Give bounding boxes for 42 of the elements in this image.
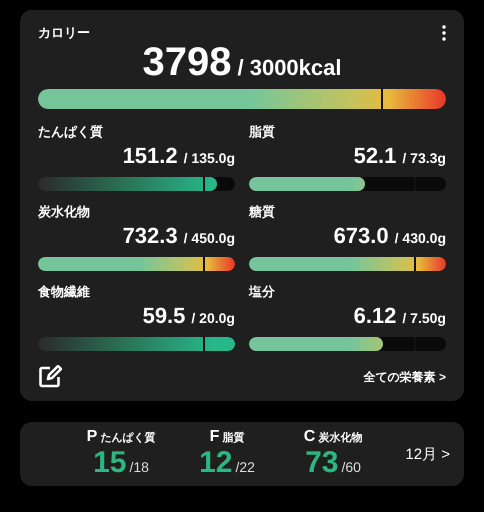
macro-label: 脂質 — [222, 430, 244, 445]
macro-value: 73 — [305, 446, 338, 480]
macro-label: たんぱく質 — [100, 430, 156, 445]
nutrient-value: 52.1 — [354, 143, 396, 169]
month-link[interactable]: 12月 > — [405, 444, 450, 464]
nutrient-target: / 450.0g — [184, 230, 235, 246]
macro-label: 炭水化物 — [318, 430, 362, 445]
nutrient-target: / 73.3g — [402, 150, 446, 166]
calorie-label: カロリー — [38, 24, 90, 42]
macro-letter: P — [86, 428, 98, 446]
nutrient-label: 脂質 — [249, 123, 276, 141]
calorie-target: / 3000kcal — [238, 55, 342, 81]
target-marker — [380, 89, 383, 109]
macro-target: /60 — [341, 459, 361, 475]
nutrient-label: 食物繊維 — [38, 283, 91, 301]
more-icon[interactable] — [442, 25, 446, 41]
target-marker — [414, 257, 416, 271]
all-nutrients-link[interactable]: 全ての栄養素 > — [364, 368, 446, 386]
target-marker — [203, 337, 206, 351]
nutrient-value: 151.2 — [122, 143, 178, 169]
macro-target: /22 — [235, 459, 255, 475]
nutrient-target: / 135.0g — [184, 150, 235, 166]
nutrient-value: 673.0 — [334, 223, 389, 249]
macro-target: /18 — [129, 459, 149, 475]
nutrient-label: 糖質 — [249, 203, 276, 221]
nutrient-target: / 7.50g — [402, 310, 446, 326]
nutrient-value: 59.5 — [142, 303, 186, 329]
target-marker — [203, 177, 206, 191]
nutrient-value: 732.3 — [122, 223, 178, 249]
nutrient-label: たんぱく質 — [38, 123, 104, 141]
macro-letter: F — [210, 428, 220, 446]
macro-value: 12 — [199, 446, 232, 480]
macro-value: 15 — [93, 446, 126, 480]
nutrient-label: 塩分 — [249, 283, 276, 301]
edit-icon[interactable] — [38, 365, 62, 389]
target-marker — [203, 257, 206, 271]
nutrient-target: / 430.0g — [394, 230, 446, 246]
calorie-value: 3798 — [142, 40, 232, 85]
nutrient-value: 6.12 — [354, 303, 396, 329]
macro-letter: C — [304, 428, 316, 446]
nutrient-target: / 20.0g — [191, 310, 235, 326]
nutrient-label: 炭水化物 — [38, 203, 91, 221]
